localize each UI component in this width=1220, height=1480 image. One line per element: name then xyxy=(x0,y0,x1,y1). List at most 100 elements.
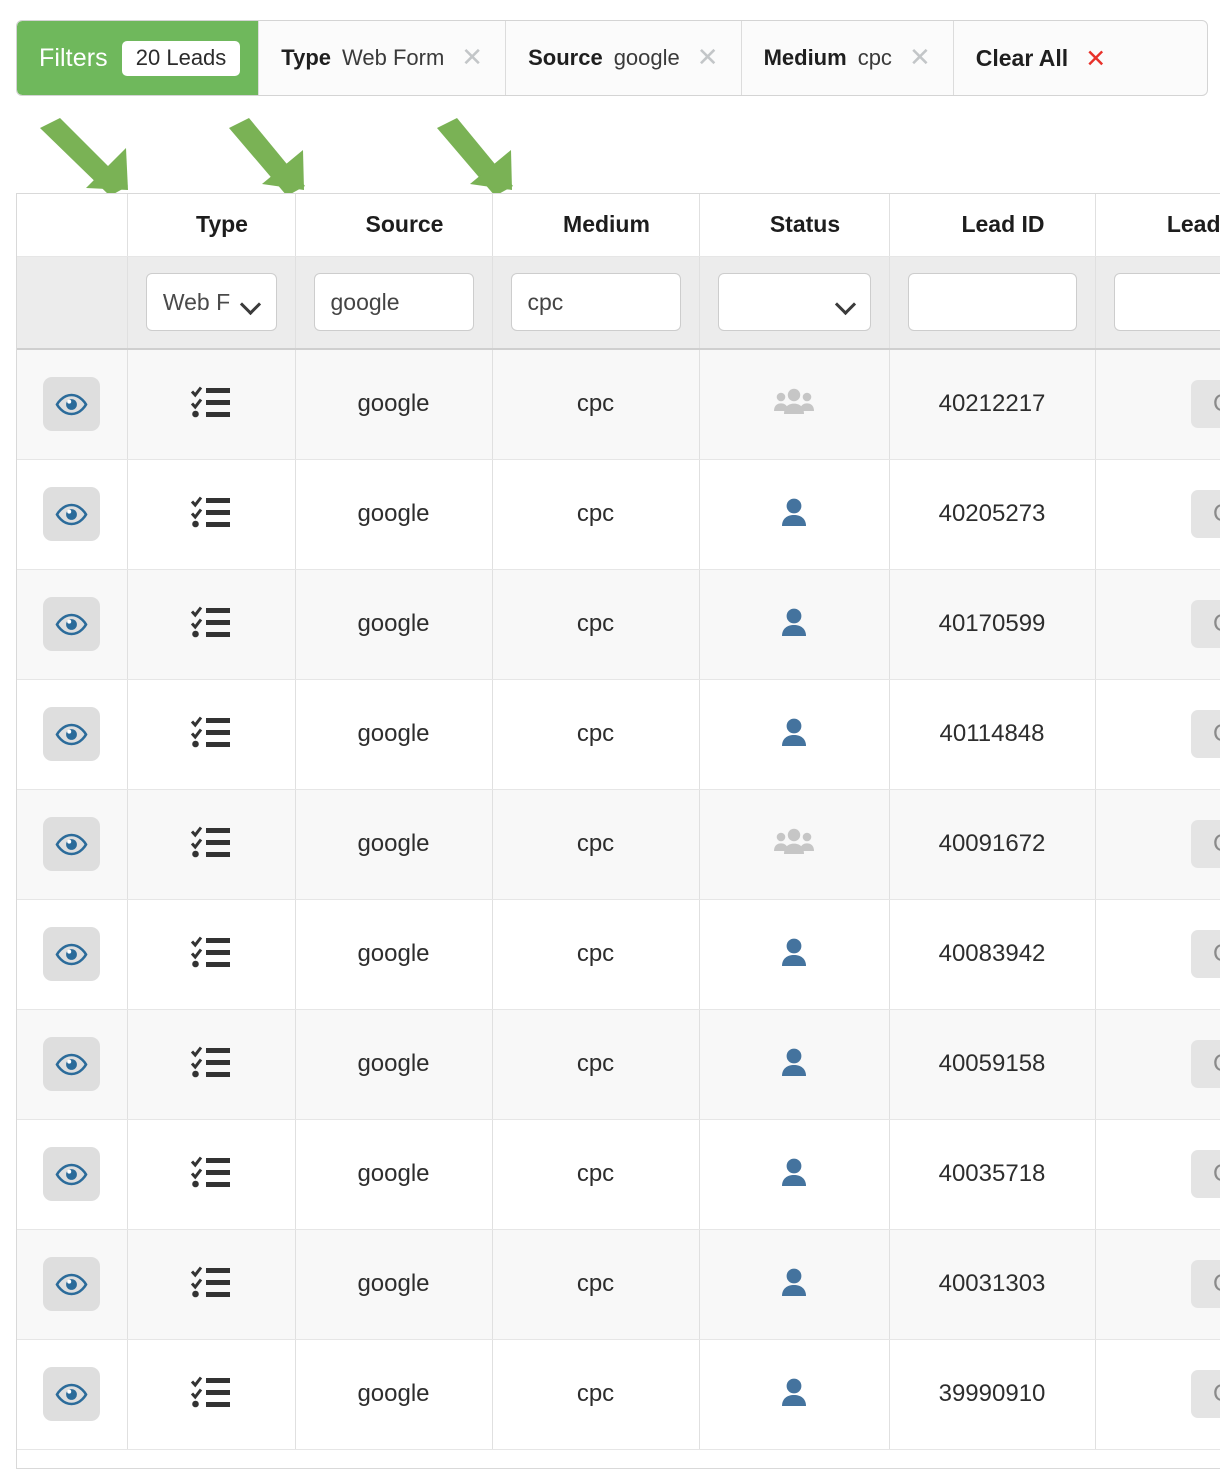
cell-actions xyxy=(17,679,128,790)
cell-actions xyxy=(17,899,128,1010)
lead-id-filter-input[interactable] xyxy=(907,273,1077,332)
filter-chip-medium-value: cpc xyxy=(857,45,892,70)
cell-type xyxy=(127,899,296,1010)
eye-icon xyxy=(55,1053,88,1075)
tasklist-icon xyxy=(190,1376,230,1407)
view-lead-button[interactable] xyxy=(43,927,101,981)
column-header-lead-id[interactable]: Lead ID xyxy=(889,194,1096,257)
lead-status-filter-input[interactable] xyxy=(1113,273,1220,332)
filter-chip-source[interactable]: Source google ✕ xyxy=(505,21,741,95)
users-group-icon xyxy=(774,388,814,414)
close-icon[interactable]: ✕ xyxy=(697,45,719,71)
cell-lead-id: 40170599 xyxy=(889,569,1096,680)
column-header-lead-status[interactable]: Lead Status xyxy=(1095,194,1220,257)
filter-chip-source-key: Source xyxy=(528,45,603,70)
column-header-type[interactable]: Type xyxy=(127,194,296,257)
cell-type xyxy=(127,1009,296,1120)
cell-medium: cpc xyxy=(492,679,700,790)
table-row[interactable]: googlecpc 40031303 Comp xyxy=(17,1229,1220,1340)
cell-status xyxy=(699,679,890,790)
close-icon[interactable]: ✕ xyxy=(909,45,931,71)
table-row[interactable]: googlecpc 40170599 Comp xyxy=(17,569,1220,680)
chevron-down-icon xyxy=(837,297,854,307)
cell-lead-id: 39990910 xyxy=(889,1339,1096,1450)
leads-table-container[interactable]: Type Source Medium Status Lead ID Lead S… xyxy=(16,193,1220,1469)
cell-actions xyxy=(17,459,128,570)
table-row[interactable]: googlecpc 40035718 Comp xyxy=(17,1119,1220,1230)
cell-medium: cpc xyxy=(492,789,700,900)
column-header-status[interactable]: Status xyxy=(699,194,890,257)
filters-summary[interactable]: Filters 20 Leads xyxy=(17,21,259,95)
cell-status xyxy=(699,1339,890,1450)
filters-label: Filters xyxy=(39,43,108,72)
filter-chip-type-value: Web Form xyxy=(342,45,445,70)
filter-chip-type[interactable]: Type Web Form ✕ xyxy=(258,21,506,95)
cell-type xyxy=(127,459,296,570)
cell-medium: cpc xyxy=(492,1009,700,1120)
view-lead-button[interactable] xyxy=(43,597,101,651)
column-header-actions xyxy=(17,194,128,257)
view-lead-button[interactable] xyxy=(43,707,101,761)
cell-actions xyxy=(17,1229,128,1340)
tasklist-icon xyxy=(190,496,230,527)
close-icon[interactable]: ✕ xyxy=(461,45,483,71)
user-icon xyxy=(782,608,806,636)
cell-status xyxy=(699,349,890,460)
clear-all-label: Clear All xyxy=(975,44,1069,71)
close-icon[interactable]: ✕ xyxy=(1085,46,1106,71)
user-icon xyxy=(782,1378,806,1406)
tasklist-icon xyxy=(190,716,230,747)
type-filter-select[interactable]: Web F xyxy=(145,273,277,332)
cell-lead-id: 40059158 xyxy=(889,1009,1096,1120)
cell-medium: cpc xyxy=(492,459,700,570)
medium-filter-input[interactable] xyxy=(510,273,681,332)
view-lead-button[interactable] xyxy=(43,1037,101,1091)
annotation-arrows xyxy=(40,118,513,196)
arrow-to-type-column xyxy=(40,118,128,196)
cell-actions xyxy=(17,1119,128,1230)
status-badge: Comp xyxy=(1190,600,1220,648)
filter-cell-lead-status xyxy=(1095,256,1220,350)
table-row[interactable]: googlecpc 40114848 Comp xyxy=(17,679,1220,790)
cell-status xyxy=(699,789,890,900)
user-icon xyxy=(782,1158,806,1186)
view-lead-button[interactable] xyxy=(43,377,101,432)
arrow-to-medium-column xyxy=(437,118,513,196)
table-row[interactable]: googlecpc 40059158 Comp xyxy=(17,1009,1220,1120)
cell-source: google xyxy=(295,459,493,570)
table-row[interactable]: googlecpc 40205273 Comp xyxy=(17,459,1220,570)
status-filter-select[interactable] xyxy=(717,273,871,332)
clear-all-button[interactable]: Clear All ✕ xyxy=(952,21,1129,95)
filter-chip-medium[interactable]: Medium cpc ✕ xyxy=(740,21,953,95)
table-row[interactable]: googlecpc 40091672 Comp xyxy=(17,789,1220,900)
filter-chip-type-key: Type xyxy=(281,45,332,70)
cell-type xyxy=(127,1339,296,1450)
cell-actions xyxy=(17,1339,128,1450)
cell-lead-status: Comp xyxy=(1095,789,1220,900)
view-lead-button[interactable] xyxy=(43,1367,101,1421)
filter-cell-actions xyxy=(17,256,128,350)
cell-lead-status: Comp xyxy=(1095,569,1220,680)
cell-medium: cpc xyxy=(492,1119,700,1230)
table-row[interactable]: googlecpc 40212217 Comp xyxy=(17,349,1220,460)
filter-cell-status xyxy=(699,256,890,350)
eye-icon xyxy=(55,1163,88,1185)
status-badge: Comp xyxy=(1190,1040,1220,1088)
column-header-source[interactable]: Source xyxy=(295,194,493,257)
view-lead-button[interactable] xyxy=(43,1147,101,1201)
status-badge: Comp xyxy=(1190,1370,1220,1418)
table-row[interactable]: googlecpc 40083942 Comp xyxy=(17,899,1220,1010)
column-header-medium[interactable]: Medium xyxy=(492,194,700,257)
cell-source: google xyxy=(295,1119,493,1230)
source-filter-input[interactable] xyxy=(313,273,474,332)
view-lead-button[interactable] xyxy=(43,487,101,541)
view-lead-button[interactable] xyxy=(43,817,101,871)
cell-lead-id: 40114848 xyxy=(889,679,1096,790)
table-row[interactable]: googlecpc 39990910 Comp xyxy=(17,1339,1220,1450)
view-lead-button[interactable] xyxy=(43,1257,101,1311)
user-icon xyxy=(782,718,806,746)
cell-type xyxy=(127,1229,296,1340)
cell-status xyxy=(699,1009,890,1120)
cell-source: google xyxy=(295,899,493,1010)
cell-lead-id: 40212217 xyxy=(889,349,1096,460)
